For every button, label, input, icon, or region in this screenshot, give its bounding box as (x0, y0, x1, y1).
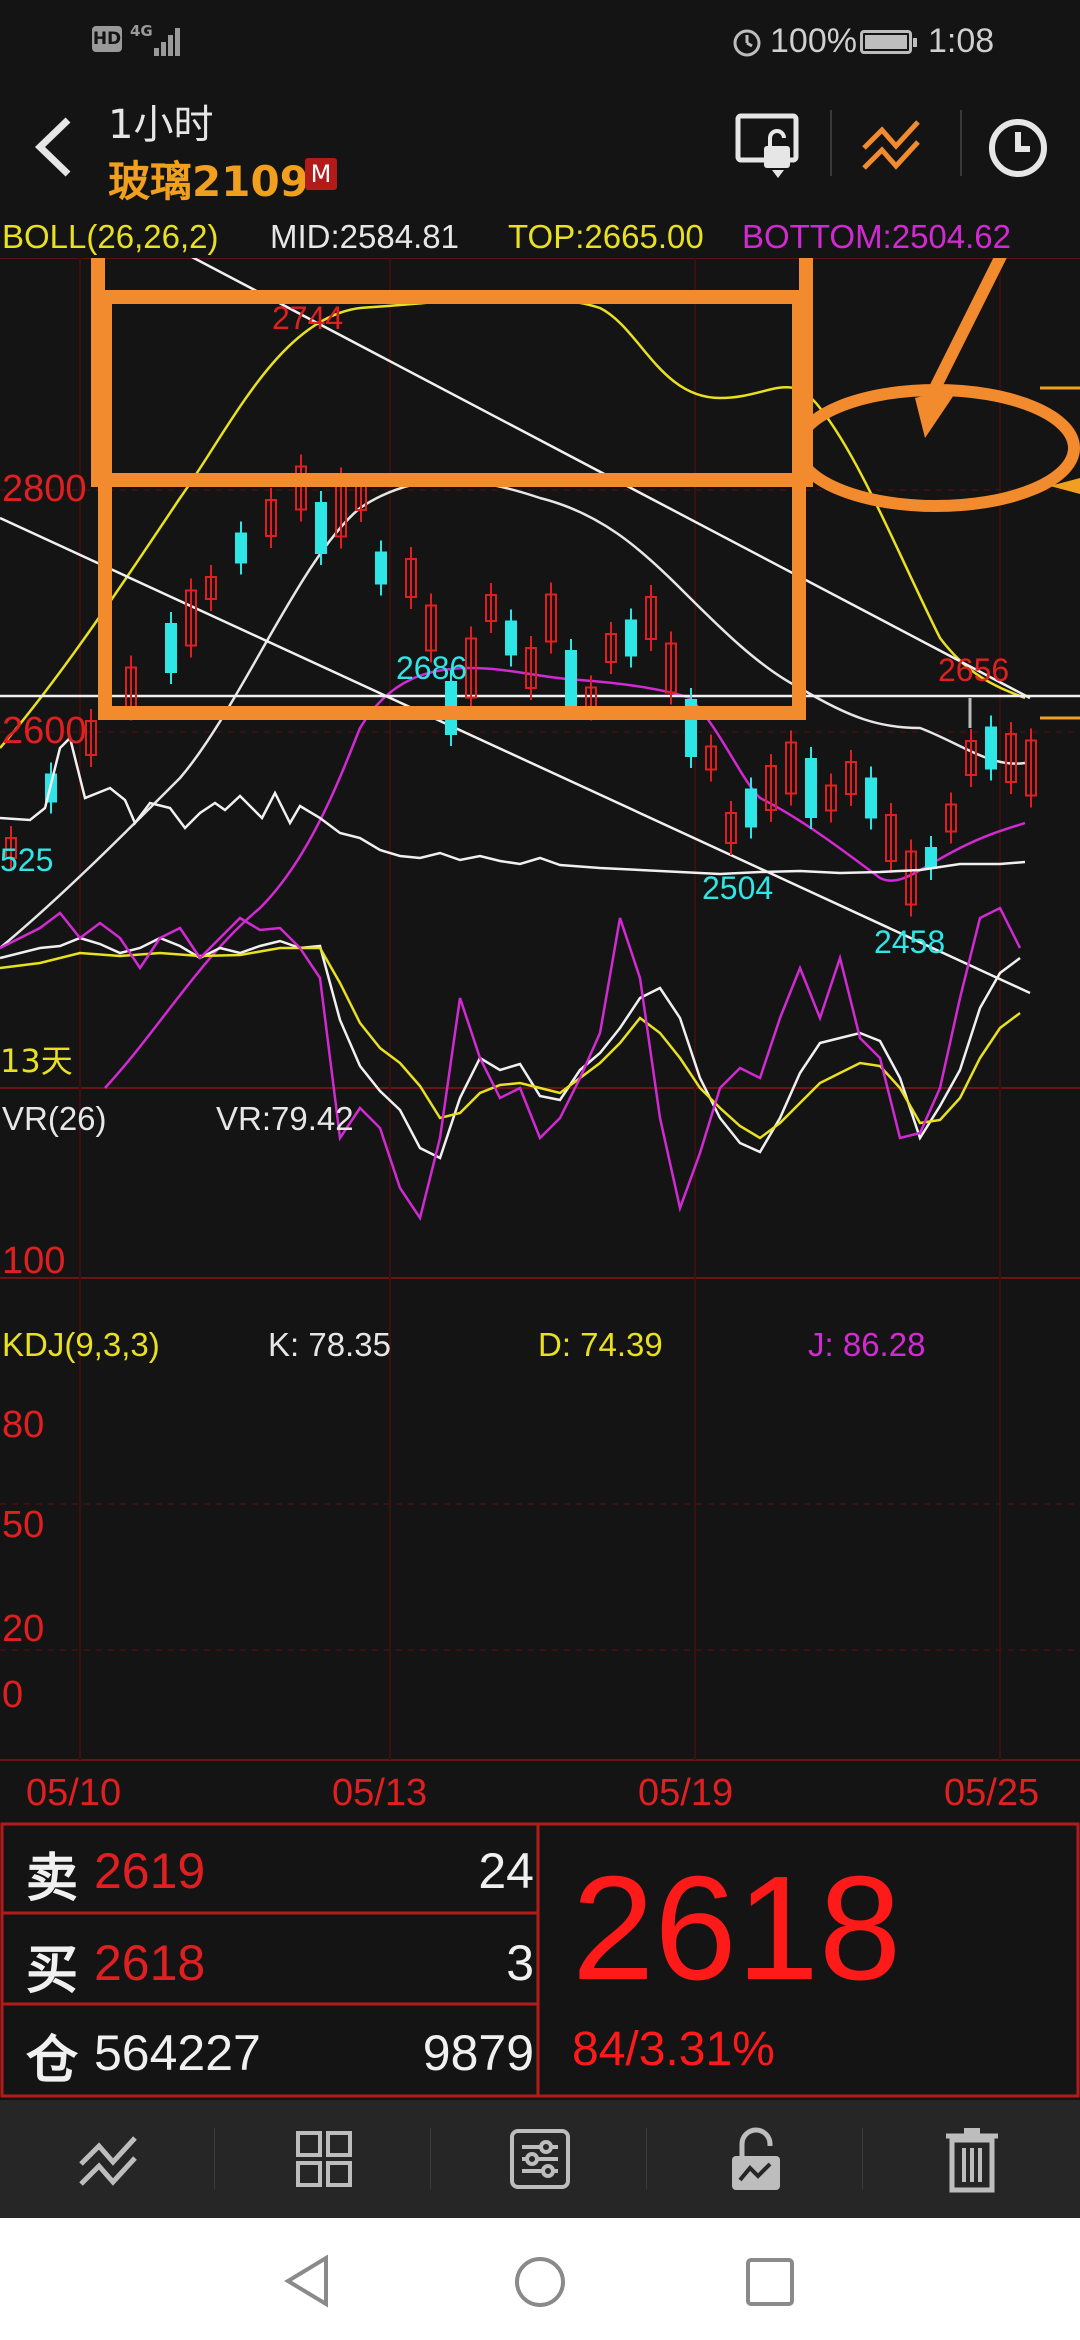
candle-body (165, 623, 177, 673)
y-axis-label-2600: 2600 (2, 710, 87, 752)
date-label: 05/13 (332, 1772, 428, 1814)
trash-icon (945, 2128, 998, 2193)
kdj-k-line (0, 936, 1021, 1160)
last-price: 2618 (572, 1846, 902, 2011)
annotation-high: 2656 (938, 652, 1010, 688)
boll-top: TOP:2665.00 (508, 218, 704, 255)
toolbar-draw-line-button[interactable] (0, 2100, 215, 2218)
vr-value: VR:79.42 (216, 1100, 354, 1137)
header-divider (960, 110, 962, 176)
kdj-j-value: J: 86.28 (808, 1326, 926, 1363)
unlock-icon (731, 2127, 780, 2190)
candle-body (865, 777, 877, 819)
toolbar-divider (214, 2128, 215, 2190)
candle-body (685, 699, 697, 757)
quote-panel: 卖 2619 24 买 2618 3 仓 564227 9879 2618 84… (0, 1822, 1080, 2098)
4g-signal-icon: 4G (130, 22, 186, 58)
battery-percent: 100% (770, 22, 857, 60)
annotation-low: 2686 (396, 650, 468, 686)
candle-body (565, 650, 577, 706)
annotation-low: 2504 (702, 870, 774, 906)
timeframe-label[interactable]: 1小时 (108, 92, 213, 150)
toolbar-divider (430, 2128, 431, 2190)
annotation-high: 2744 (272, 300, 344, 336)
recents-square-icon[interactable] (744, 2256, 796, 2308)
toolbar-unlock-button[interactable] (648, 2100, 863, 2218)
toolbar-delete-button[interactable] (864, 2100, 1079, 2218)
open-interest-label: 仓 (26, 2032, 79, 2090)
sell-label: 卖 (26, 1850, 79, 1908)
home-circle-icon[interactable] (512, 2254, 568, 2310)
status-bar: HD 4G 100% 1:08 (0, 0, 1080, 84)
boll-top-line (0, 296, 1026, 749)
candlestick-series (5, 454, 1037, 917)
toolbar-divider (646, 2128, 647, 2190)
open-interest-value: 564227 (94, 2025, 261, 2081)
kdj-name: KDJ(9,3,3) (2, 1326, 160, 1363)
date-label: 05/25 (944, 1772, 1040, 1814)
grid-icon (295, 2131, 352, 2187)
open-interest-change: 9879 (422, 2025, 534, 2081)
toolbar-settings-button[interactable] (432, 2100, 647, 2218)
trend-line-lower (0, 516, 1031, 995)
candle-body (925, 847, 937, 869)
buy-qty: 3 (506, 1935, 534, 1991)
kdj-d-line (0, 946, 1021, 1140)
settings-sliders-icon (509, 2129, 570, 2189)
vr-y-label: 100 (2, 1240, 66, 1282)
clock-icon[interactable] (986, 116, 1050, 180)
hd-icon: HD (92, 26, 122, 52)
sell-price[interactable]: 2619 (94, 1842, 205, 1900)
buy-label: 买 (26, 1942, 79, 2000)
kdj-y-label-0: 0 (2, 1674, 24, 1716)
toolbar-grid-button[interactable] (216, 2100, 431, 2218)
kdj-y-label-20: 20 (2, 1608, 45, 1650)
arrow-shaft (929, 258, 1007, 391)
back-triangle-icon[interactable] (282, 2254, 332, 2308)
date-label: 05/19 (638, 1772, 734, 1814)
boll-name: BOLL(26,26,2) (2, 218, 219, 255)
alarm-icon (733, 29, 761, 57)
back-icon[interactable] (28, 112, 78, 182)
candle-body (235, 532, 247, 564)
candle-body (445, 681, 457, 735)
bottom-toolbar (0, 2100, 1080, 2218)
candle-body (315, 502, 327, 554)
candle-body (505, 620, 517, 656)
header-divider (830, 110, 832, 176)
left-note: 13天 (0, 1042, 73, 1080)
hd-label: HD (92, 29, 122, 49)
draw-line-icon[interactable] (858, 112, 926, 180)
draw-line-icon (78, 2136, 137, 2186)
date-label: 05/10 (26, 1772, 122, 1814)
kline-chart[interactable] (0, 258, 1080, 1770)
candle-body (745, 788, 757, 828)
toolbar-divider (862, 2128, 863, 2190)
main-contract-badge: M (305, 158, 337, 190)
y-axis-label-2800: 2800 (2, 468, 87, 510)
clock-time: 1:08 (928, 22, 995, 60)
navigation-bar (0, 2218, 1080, 2340)
battery-icon (860, 30, 917, 54)
kdj-d-value: D: 74.39 (538, 1326, 663, 1363)
candle-body (985, 726, 997, 770)
candle-body (805, 758, 817, 818)
kdj-y-label-50: 50 (2, 1504, 45, 1546)
candle-body (375, 551, 387, 585)
boll-bottom: BOTTOM:2504.62 (742, 218, 1012, 255)
price-change: 84/3.31% (572, 2023, 775, 2076)
vr-name: VR(26) (2, 1100, 107, 1137)
unlock-screen-icon[interactable] (734, 110, 804, 180)
kdj-k-value: K: 78.35 (268, 1326, 391, 1363)
symbol-name[interactable]: 玻璃2109 (108, 148, 309, 209)
kdj-y-label-80: 80 (2, 1404, 45, 1446)
boll-mid: MID:2584.81 (270, 218, 459, 255)
boll-mid-line (0, 479, 1026, 949)
highlight-rectangle (91, 258, 813, 487)
candle-body (625, 619, 637, 657)
buy-price[interactable]: 2618 (94, 1934, 205, 1992)
sell-qty: 24 (478, 1843, 534, 1899)
annotation-low: 525 (0, 842, 54, 878)
annotation-low: 2458 (874, 924, 946, 960)
